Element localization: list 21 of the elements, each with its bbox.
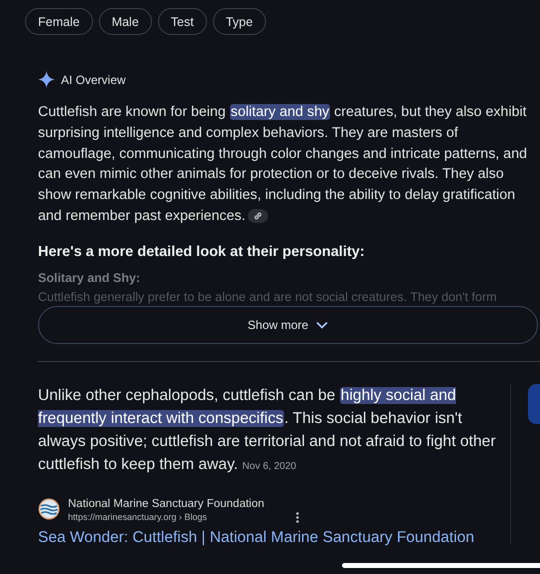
snippet-text: Unlike other cephalopods, cuttlefish can be highly social and frequently interact with conspecifics. This social behavior isn't always positive; cuttlefish are territorial and not afraid to fight other cuttlefish to keep them away. Nov 6, 2020 [38,386,497,475]
filter-chip[interactable]: Test [158,8,207,35]
link-icon [253,211,264,222]
source-url: https://marinesanctuary.org › Blogs [68,512,208,522]
filter-chip[interactable]: Male [98,8,152,35]
site-logo-icon [38,498,60,520]
source-name: National Marine Sanctuary Foundation [68,498,264,510]
sparkle-icon [38,71,55,88]
link-button[interactable] [248,209,268,224]
chevron-down-icon [316,320,328,329]
show-more-button[interactable]: Show more [38,306,538,344]
more-options-icon[interactable] [296,512,300,523]
subheading: Solitary and Shy: [38,270,142,285]
section-heading: Here's a more detailed look at their personality: [38,244,366,260]
faded-text: Cuttlefish generally prefer to be alone and are not social creatures. They don't form [38,290,498,304]
filter-chip[interactable]: Female [25,8,93,35]
result-title-link[interactable]: Sea Wonder: Cuttlefish | National Marine Sanctuary Foundation [38,528,474,547]
card-edge [528,384,540,424]
overview-paragraph: Cuttlefish are known for being solitary and shy creatures, but they also exhibit surprising intelligence and complex behaviors. They are masters of camouflage, communicating through color changes and intricate patterns, and can even mimic other animals for protection or to deceive rivals. They also show remarkable cognitive abilities, including the ability to delay gratification and remember past experiences. [38,103,528,226]
filter-chip[interactable]: Type [212,8,266,35]
section-title: AI Overview [61,72,126,86]
